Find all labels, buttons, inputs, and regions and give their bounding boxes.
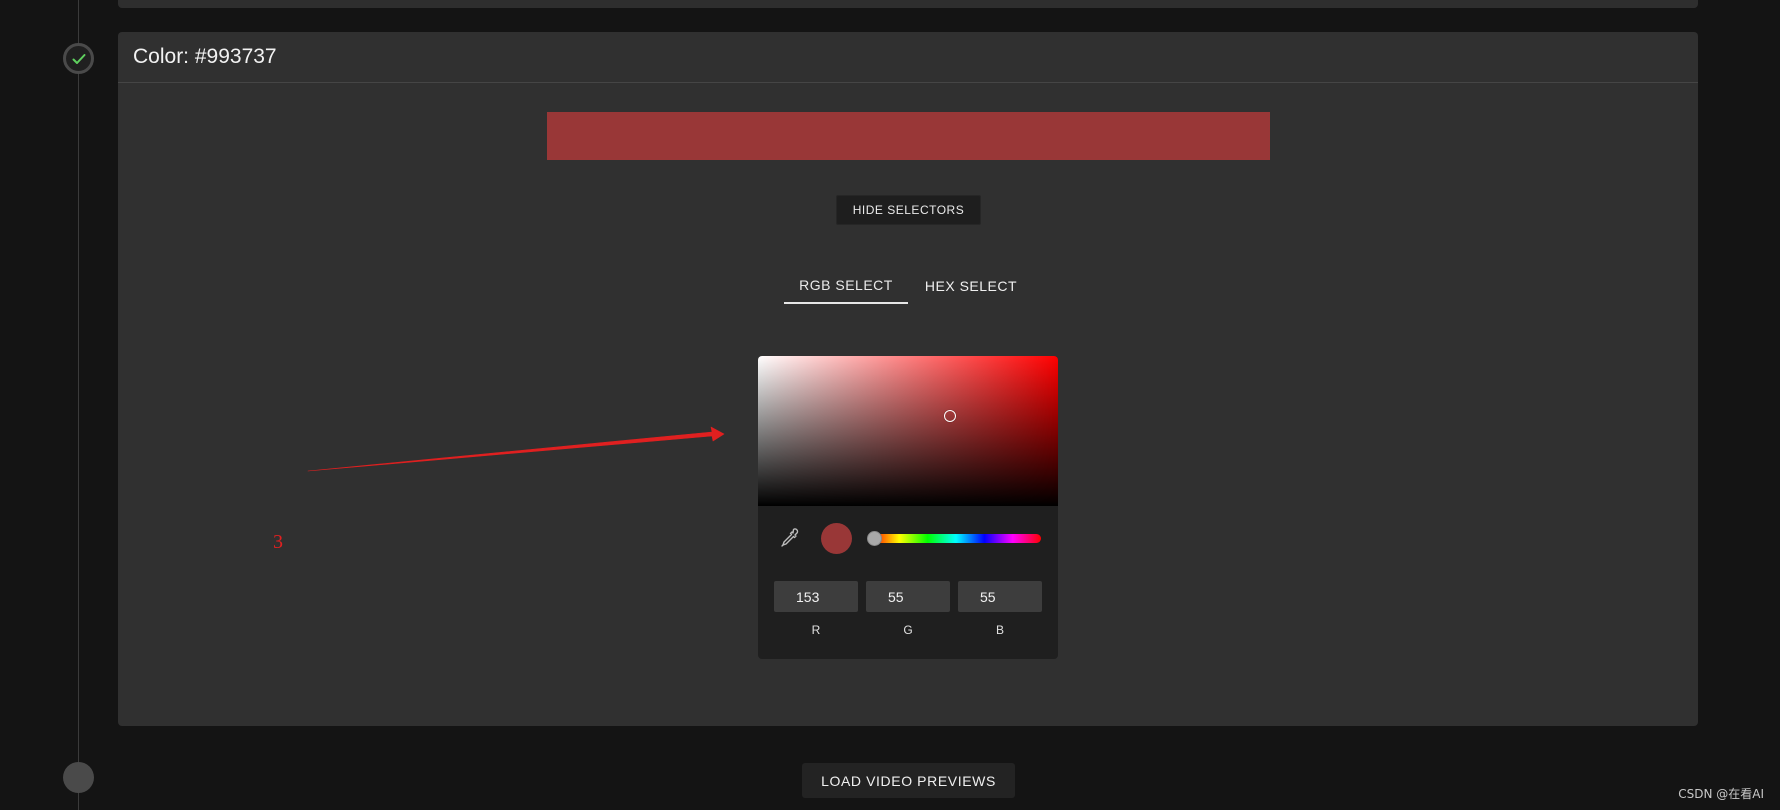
color-picker: R G B bbox=[758, 356, 1058, 659]
previous-card-edge bbox=[118, 0, 1698, 8]
picker-controls bbox=[758, 506, 1058, 574]
hue-slider[interactable] bbox=[871, 534, 1041, 543]
hue-slider-thumb[interactable] bbox=[867, 531, 882, 546]
step-next-indicator bbox=[63, 762, 94, 793]
current-color-preview bbox=[821, 523, 852, 554]
selector-tabs: RGB SELECT HEX SELECT bbox=[784, 268, 1034, 304]
saturation-area[interactable] bbox=[758, 356, 1058, 506]
load-video-previews-button[interactable]: LOAD VIDEO PREVIEWS bbox=[802, 763, 1015, 798]
watermark: CSDN @在看AI bbox=[1678, 787, 1764, 801]
hide-selectors-button[interactable]: HIDE SELECTORS bbox=[836, 195, 981, 225]
color-swatch bbox=[547, 112, 1270, 160]
eyedropper-icon bbox=[781, 528, 799, 547]
red-label: R bbox=[811, 623, 821, 637]
color-card: Color: #993737 HIDE SELECTORS RGB SELECT… bbox=[118, 32, 1698, 726]
red-input[interactable] bbox=[774, 581, 858, 612]
step-complete-indicator bbox=[63, 43, 94, 74]
timeline-line bbox=[78, 0, 79, 810]
card-header: Color: #993737 bbox=[118, 32, 1698, 83]
tab-hex-select[interactable]: HEX SELECT bbox=[908, 268, 1034, 304]
green-label: G bbox=[903, 623, 913, 637]
tab-rgb-select[interactable]: RGB SELECT bbox=[784, 268, 908, 304]
check-icon bbox=[72, 53, 85, 64]
annotation-number: 3 bbox=[273, 531, 283, 553]
blue-label: B bbox=[995, 623, 1004, 637]
green-input[interactable] bbox=[866, 581, 950, 612]
saturation-cursor[interactable] bbox=[944, 410, 956, 422]
page: Color: #993737 HIDE SELECTORS RGB SELECT… bbox=[0, 0, 1780, 810]
card-title: Color: #993737 bbox=[133, 45, 277, 68]
blue-input[interactable] bbox=[958, 581, 1042, 612]
eyedropper-button[interactable] bbox=[778, 526, 802, 550]
